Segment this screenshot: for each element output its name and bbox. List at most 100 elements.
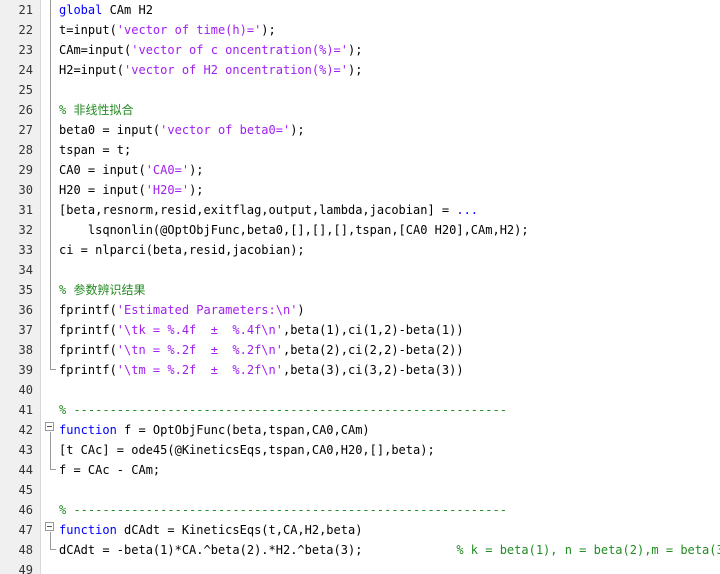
line-number: 48 — [18, 543, 33, 557]
code-token: ,beta(1),ci(1,2)-beta(1)) — [282, 323, 464, 337]
code-text: tspan = t; — [59, 140, 131, 160]
code-line[interactable]: 40 — [0, 380, 720, 400]
line-number: 21 — [18, 3, 33, 17]
code-line[interactable]: 33 ci = nlparci(beta,resid,jacobian); — [0, 240, 720, 260]
code-text: % 非线性拟合 — [59, 100, 133, 120]
fold-toggle-icon[interactable] — [45, 522, 54, 531]
code-text: [beta,resnorm,resid,exitflag,output,lamb… — [59, 200, 478, 220]
code-text: function dCAdt = KineticsEqs(t,CA,H2,bet… — [59, 520, 362, 540]
line-number: 45 — [18, 483, 33, 497]
code-token: CAm H2 — [102, 3, 153, 17]
code-text: fprintf('\tn = %.2f ± %.2f\n',beta(2),ci… — [59, 340, 464, 360]
code-token: CAm=input( — [59, 43, 132, 57]
code-editor[interactable]: 21 global CAm H2 22 t=input('vector of time… — [0, 0, 720, 574]
code-line[interactable]: 27 beta0 = input('vector of beta0='); — [0, 120, 720, 140]
code-line[interactable]: 24 H2=input('vector of H2 oncentration(%)… — [0, 60, 720, 80]
code-line[interactable]: 49 — [0, 560, 720, 574]
line-number: 37 — [18, 323, 33, 337]
code-line[interactable]: 41 % ------------------------------------… — [0, 400, 720, 420]
line-number: 41 — [18, 403, 33, 417]
code-line[interactable]: 47 function dCAdt = KineticsEqs(t,CA,H2,b… — [0, 520, 720, 540]
keyword-token: function — [59, 423, 117, 437]
code-line[interactable]: 38 fprintf('\tn = %.2f ± %.2f\n',beta(2),… — [0, 340, 720, 360]
code-token: H20 = input( — [59, 183, 146, 197]
line-number: 31 — [18, 203, 33, 217]
code-text: t=input('vector of time(h)='); — [59, 20, 276, 40]
string-token: '\tn = %.2f ± %.2f\n' — [116, 343, 283, 357]
code-line[interactable]: 32 lsqnonlin(@OptObjFunc,beta0,[],[],[],… — [0, 220, 720, 240]
code-token: CA0 = input( — [59, 163, 146, 177]
line-number: 40 — [18, 383, 33, 397]
code-token: fprintf( — [59, 363, 117, 377]
code-text: % --------------------------------------… — [59, 400, 507, 420]
code-line[interactable]: 29 CA0 = input('CA0='); — [0, 160, 720, 180]
code-line[interactable]: 28 tspan = t; — [0, 140, 720, 160]
code-token: t=input( — [59, 23, 117, 37]
code-line[interactable]: 44 f = CAc - CAm; — [0, 460, 720, 480]
code-line[interactable]: 48 dCAdt = -beta(1)*CA.^beta(2).*H2.^beta… — [0, 540, 720, 560]
code-text: H20 = input('H20='); — [59, 180, 204, 200]
code-token: f = OptObjFunc(beta,tspan,CA0,CAm) — [116, 423, 370, 437]
code-text: fprintf('\tm = %.2f ± %.2f\n',beta(3),ci… — [59, 360, 464, 380]
code-text: [t CAc] = ode45(@KineticsEqs,tspan,CA0,H… — [59, 440, 435, 460]
fold-guide-line — [50, 432, 51, 464]
code-text: f = CAc - CAm; — [59, 460, 160, 480]
comment-token: % 非线性拟合 — [59, 103, 134, 117]
code-text: lsqnonlin(@OptObjFunc,beta0,[],[],[],tsp… — [59, 220, 529, 240]
code-line[interactable]: 35 % 参数辨识结果 — [0, 280, 720, 300]
fold-end-marker — [50, 364, 56, 370]
comment-token: % 参数辨识结果 — [59, 283, 146, 297]
code-line[interactable]: 46 % ------------------------------------… — [0, 500, 720, 520]
line-number: 33 — [18, 243, 33, 257]
line-number: 46 — [18, 503, 33, 517]
code-line[interactable]: 34 — [0, 260, 720, 280]
fold-guide-line — [50, 532, 51, 544]
code-text: % 参数辨识结果 — [59, 280, 145, 300]
code-text: function f = OptObjFunc(beta,tspan,CA0,C… — [59, 420, 370, 440]
line-number: 44 — [18, 463, 33, 477]
code-token: fprintf( — [59, 343, 117, 357]
code-token: ) — [297, 303, 305, 317]
string-token: 'CA0=' — [145, 163, 190, 177]
code-line[interactable]: 42 function f = OptObjFunc(beta,tspan,CA0… — [0, 420, 720, 440]
string-token: 'Estimated Parameters:\n' — [116, 303, 298, 317]
code-line[interactable]: 23 CAm=input('vector of c oncentration(%)… — [0, 40, 720, 60]
code-line[interactable]: 45 — [0, 480, 720, 500]
code-line[interactable]: 22 t=input('vector of time(h)='); — [0, 20, 720, 40]
line-number: 34 — [18, 263, 33, 277]
code-token: ); — [290, 123, 305, 137]
keyword-token: function — [59, 523, 117, 537]
code-text: ci = nlparci(beta,resid,jacobian); — [59, 240, 305, 260]
code-line[interactable]: 30 H20 = input('H20='); — [0, 180, 720, 200]
comment-token: % --------------------------------------… — [59, 503, 507, 517]
code-line[interactable]: 39 fprintf('\tm = %.2f ± %.2f\n',beta(3),… — [0, 360, 720, 380]
code-token: lsqnonlin(@OptObjFunc,beta0,[],[],[],tsp… — [59, 223, 529, 237]
line-number: 24 — [18, 63, 33, 77]
comment-token: % --------------------------------------… — [59, 403, 507, 417]
string-token: 'vector of H2 oncentration(%)=' — [124, 63, 348, 77]
code-text: CA0 = input('CA0='); — [59, 160, 204, 180]
code-text: H2=input('vector of H2 oncentration(%)='… — [59, 60, 362, 80]
code-line[interactable]: 31 [beta,resnorm,resid,exitflag,output,la… — [0, 200, 720, 220]
code-line[interactable]: 25 — [0, 80, 720, 100]
code-line[interactable]: 21 global CAm H2 — [0, 0, 720, 20]
fold-toggle-icon[interactable] — [45, 422, 54, 431]
code-token: [t CAc] = ode45(@KineticsEqs,tspan,CA0,H… — [59, 443, 435, 457]
code-line[interactable]: 36 fprintf('Estimated Parameters:\n') — [0, 300, 720, 320]
line-number: 43 — [18, 443, 33, 457]
code-line[interactable]: 26 % 非线性拟合 — [0, 100, 720, 120]
line-number: 47 — [18, 523, 33, 537]
fold-guide-line — [50, 0, 51, 364]
code-token: H2=input( — [59, 63, 125, 77]
code-token: ci = nlparci(beta,resid,jacobian); — [59, 243, 305, 257]
string-token: 'vector of c oncentration(%)=' — [131, 43, 348, 57]
code-line[interactable]: 43 [t CAc] = ode45(@KineticsEqs,tspan,CA0… — [0, 440, 720, 460]
code-token: [beta,resnorm,resid,exitflag,output,lamb… — [59, 203, 457, 217]
code-token: tspan = t; — [59, 143, 132, 157]
line-number: 49 — [18, 563, 33, 574]
keyword-token: ... — [456, 203, 479, 217]
line-number: 29 — [18, 163, 33, 177]
code-line[interactable]: 37 fprintf('\tk = %.4f ± %.4f\n',beta(1),… — [0, 320, 720, 340]
code-token: ); — [189, 183, 204, 197]
line-number: 28 — [18, 143, 33, 157]
